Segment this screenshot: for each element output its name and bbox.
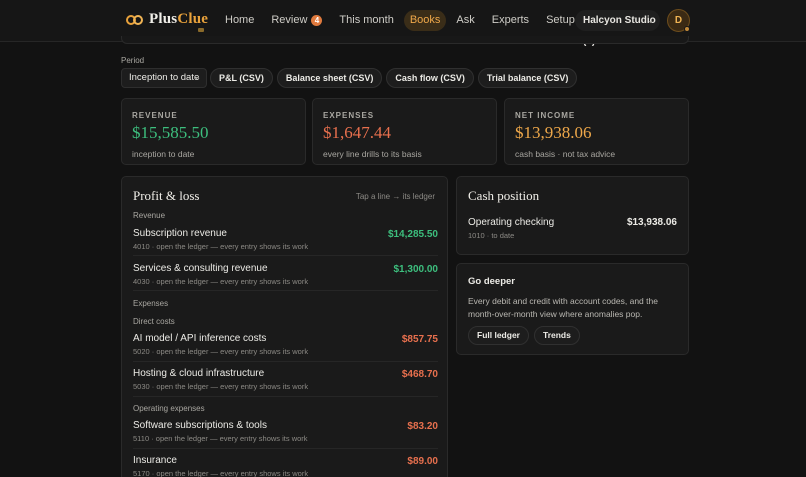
section-label: Direct costs: [133, 317, 175, 326]
line-amount: $1,300.00: [393, 264, 439, 275]
net-income-stat-card: NET INCOME $13,938.06 cash basis · not t…: [504, 98, 689, 165]
card-title: Cash position: [468, 188, 540, 203]
avatar[interactable]: D: [667, 9, 690, 32]
full-ledger-button[interactable]: Full ledger: [468, 326, 529, 345]
nav-books[interactable]: Books: [403, 10, 447, 31]
section-label: Expenses: [133, 299, 169, 308]
nav-review[interactable]: Review 4: [264, 10, 329, 31]
ledger-line[interactable]: Insurance 5170 · open the ledger — every…: [133, 455, 438, 477]
chevron-down-icon: ⌄: [194, 73, 201, 82]
account-name[interactable]: Operating checking: [468, 217, 554, 228]
card-hint: Tap a line → its ledger: [355, 192, 435, 201]
stat-label: REVENUE: [132, 111, 178, 120]
brand-tag-icon: [198, 28, 204, 32]
nav-ask[interactable]: Ask: [449, 10, 481, 31]
section-label: Operating expenses: [133, 404, 205, 413]
cash-position-card: Cash position Operating checking 1010 · …: [456, 176, 689, 255]
stat-value: $13,938.06: [515, 123, 592, 142]
period-select[interactable]: Inception to date ⌄: [121, 68, 207, 88]
status-dot-icon: [684, 26, 690, 32]
stat-sub: inception to date: [132, 149, 195, 159]
card-description: Every debit and credit with account code…: [468, 296, 658, 319]
ledger-line[interactable]: Software subscriptions & tools 5110 · op…: [133, 420, 438, 455]
line-meta: 5110 · open the ledger — every entry sho…: [133, 434, 308, 443]
export-balance-sheet-button[interactable]: Balance sheet (CSV): [276, 68, 383, 88]
export-cash-flow-button[interactable]: Cash flow (CSV): [386, 68, 474, 88]
line-amount: $857.75: [401, 334, 438, 345]
line-meta: 4030 · open the ledger — every entry sho…: [133, 277, 309, 286]
stat-value: $15,585.50: [132, 123, 209, 142]
line-name: AI model / API inference costs: [133, 333, 267, 344]
period-controls: Inception to date ⌄ P&L (CSV) Balance she…: [121, 68, 581, 88]
nav-this-month[interactable]: This month: [332, 10, 400, 31]
line-meta: 5020 · open the ledger — every entry sho…: [133, 347, 309, 356]
card-title: Profit & loss: [133, 188, 200, 203]
line-name: Subscription revenue: [133, 228, 227, 239]
go-deeper-actions: Full ledger Trends: [468, 326, 585, 345]
line-name: Software subscriptions & tools: [133, 420, 267, 431]
line-amount: $468.70: [401, 369, 438, 380]
workspace-switcher[interactable]: Halcyon Studio (4)⌄: [575, 10, 660, 47]
ledger-line[interactable]: Subscription revenue 4010 · open the led…: [133, 228, 438, 263]
stat-label: EXPENSES: [323, 111, 375, 120]
line-amount: $14,285.50: [387, 229, 438, 240]
export-pl-button[interactable]: P&L (CSV): [210, 68, 273, 88]
divider: [133, 361, 438, 362]
line-meta: 4010 · open the ledger — every entry sho…: [133, 242, 309, 251]
revenue-stat-card: REVENUE $15,585.50 inception to date: [121, 98, 306, 165]
stat-label: NET INCOME: [515, 111, 576, 120]
trends-button[interactable]: Trends: [533, 326, 580, 345]
previous-card-edge: [121, 36, 689, 44]
line-name: Insurance: [133, 455, 177, 466]
stat-sub: cash basis · not tax advice: [515, 149, 616, 159]
expenses-stat-card: EXPENSES $1,647.44 every line drills to …: [312, 98, 497, 165]
stat-sub: every line drills to its basis: [323, 149, 422, 159]
line-meta: 5030 · open the ledger — every entry sho…: [133, 382, 309, 391]
review-count-badge: 4: [311, 15, 323, 26]
line-amount: $83.20: [407, 421, 438, 432]
line-name: Hosting & cloud infrastructure: [133, 368, 265, 379]
stat-value: $1,647.44: [323, 123, 391, 142]
divider: [133, 448, 438, 449]
brand-name: PlusClue: [149, 11, 209, 27]
account-meta: 1010 · to date: [468, 231, 515, 240]
nav-experts[interactable]: Experts: [485, 10, 536, 31]
ledger-line[interactable]: AI model / API inference costs 5020 · op…: [133, 333, 438, 368]
divider: [133, 255, 438, 256]
ledger-line[interactable]: Hosting & cloud infrastructure 5030 · op…: [133, 368, 438, 403]
brand[interactable]: PlusClue: [126, 11, 209, 32]
ledger-line[interactable]: Services & consulting revenue 4030 · ope…: [133, 263, 438, 298]
line-meta: 5170 · open the ledger — every entry sho…: [133, 469, 309, 477]
main-nav: Home Review 4 This month Books Ask Expert…: [218, 10, 585, 31]
account-amount: $13,938.06: [626, 217, 677, 228]
divider: [133, 396, 438, 397]
nav-home[interactable]: Home: [218, 10, 261, 31]
chevron-down-icon: ⌄: [647, 16, 654, 25]
line-amount: $89.00: [407, 456, 438, 467]
divider: [133, 290, 438, 291]
brand-logo-icon: [126, 14, 143, 25]
profit-loss-card: Profit & loss Tap a line → its ledger Re…: [121, 176, 448, 477]
line-name: Services & consulting revenue: [133, 263, 268, 274]
section-label: Revenue: [133, 211, 166, 220]
period-label: Period: [121, 56, 145, 65]
card-title: Go deeper: [468, 276, 515, 287]
export-trial-balance-button[interactable]: Trial balance (CSV): [477, 68, 578, 88]
go-deeper-card: Go deeper Every debit and credit with ac…: [456, 263, 689, 355]
